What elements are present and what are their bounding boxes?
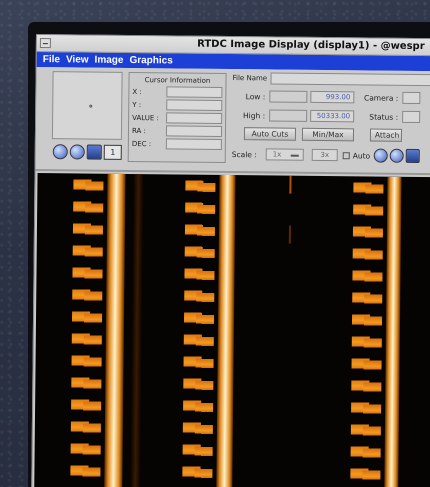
pan-overview[interactable] [51,71,123,140]
bright-stripe [216,174,236,487]
cursor-value-label: VALUE : [132,113,159,122]
cursor-dec-label: DEC : [131,139,152,148]
fiber-spot-column [82,173,104,487]
cursor-x-row: X : [129,86,225,98]
file-name-row: File Name [232,71,430,87]
home-icon-right[interactable] [406,148,421,164]
low-cut-label: Low : [245,91,266,101]
cursor-dec-field [165,138,222,150]
cursor-x-field [166,86,223,98]
cursor-information-group: Cursor Information X : Y : VALUE : RA : … [127,71,227,163]
home-icon[interactable] [86,144,102,160]
high-cut-slider[interactable] [269,109,308,122]
cursor-y-label: Y : [132,100,142,109]
faint-mark [288,225,292,244]
zoom-in-icon[interactable] [52,144,68,160]
camera-field [402,91,421,105]
cursor-value-field [166,112,223,124]
cursor-ra-field [165,125,223,137]
high-cut-row: High : 50333.00 Status : [232,107,430,125]
zoom-controls: 1 [52,144,122,160]
zoom-out-icon[interactable] [69,144,85,160]
min-max-button[interactable]: Min/Max [301,127,355,142]
bright-stripe [104,173,126,487]
low-cut-slider[interactable] [269,90,308,103]
menu-view[interactable]: View [66,54,89,65]
menu-graphics[interactable]: Graphics [129,55,172,66]
cursor-info-title: Cursor Information [144,76,211,85]
auto-scale-checkbox[interactable] [342,151,350,159]
scale-label: Scale : [231,149,257,159]
bright-stripe [384,176,402,487]
zoom-out-icon-right[interactable] [390,148,405,163]
zoom-factor-box[interactable]: 1 [103,144,122,160]
scale-select[interactable]: 1x [265,148,304,161]
scale-second-select[interactable]: 3x [311,148,338,162]
image-canvas[interactable] [34,173,430,487]
file-name-label: File Name [232,74,268,83]
file-name-field[interactable] [270,72,430,87]
auto-scale-label: Auto [352,150,371,161]
status-field [402,110,421,124]
cursor-ra-label: RA : [131,126,146,135]
fiber-spot-column [362,176,384,487]
menu-file[interactable]: File [43,54,60,65]
faint-mark [289,175,292,194]
cursor-y-field [166,99,223,111]
status-label: Status : [369,111,399,122]
scale-row: Scale : 1x 3x Auto [231,147,430,164]
menu-image[interactable]: Image [95,55,124,66]
cursor-x-label: X : [132,87,142,96]
low-cut-row: Low : 993.00 Camera : [232,88,430,106]
image-display-window: RTDC Image Display (display1) - @wespr F… [31,34,430,487]
high-cut-label: High : [242,110,266,120]
image-controls: File Name Low : 993.00 Camera : High : 5… [232,71,430,173]
cursor-value-row: VALUE : [129,112,225,124]
pan-marker [89,104,93,108]
window-title: RTDC Image Display (display1) - @wespr [197,38,425,53]
cuts-button-row: Auto Cuts Min/Max Attach [232,126,430,143]
stripe-glow [130,174,144,487]
cursor-dec-row: DEC : [129,138,225,150]
high-cut-value[interactable]: 50333.00 [310,109,355,123]
low-cut-value[interactable]: 993.00 [310,90,355,104]
cursor-ra-row: RA : [129,125,225,137]
control-panel: 1 Cursor Information X : Y : VALUE : RA … [35,67,430,176]
cursor-y-row: Y : [129,99,225,111]
camera-label: Camera : [363,92,399,103]
auto-cuts-button[interactable]: Auto Cuts [243,127,297,141]
zoom-in-icon-right[interactable] [374,148,389,163]
attach-button[interactable]: Attach [369,128,403,142]
fiber-spot-column [194,174,216,487]
